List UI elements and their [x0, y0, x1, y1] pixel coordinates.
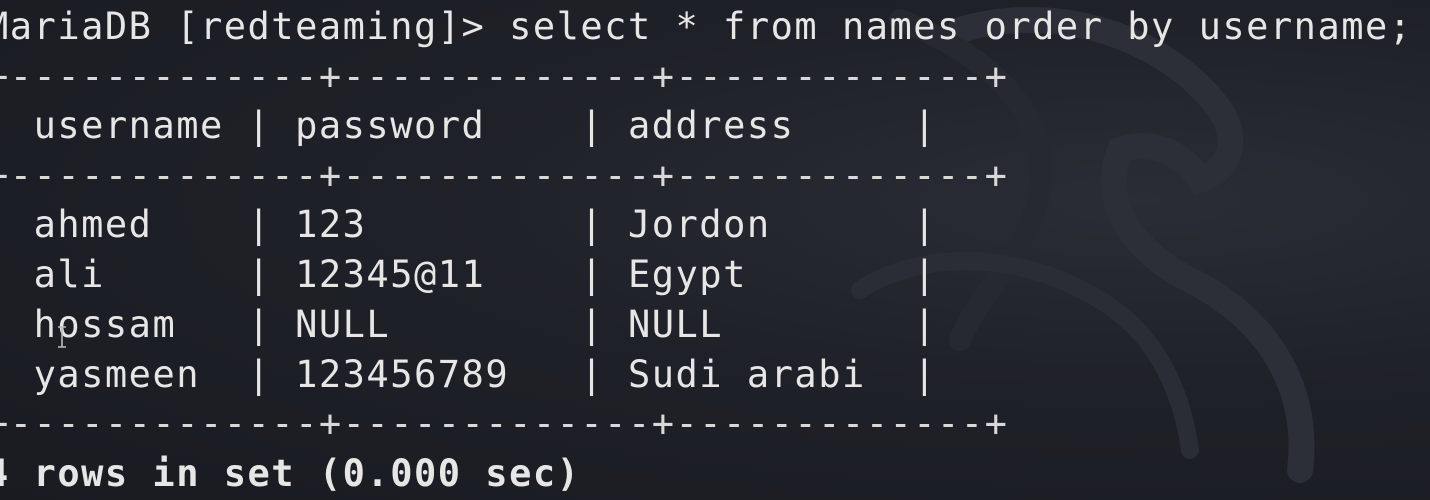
table-border-top: +-------------+-------------+-----------… [0, 55, 1009, 98]
cell-password: 123456789 [295, 353, 510, 396]
sql-command: select * from names order by username; [509, 5, 1413, 48]
cell-address: Jordon [627, 203, 771, 246]
cell-password: 12345@11 [295, 253, 486, 296]
column-header-password: password [295, 104, 486, 147]
table-border-header: +-------------+-------------+-----------… [0, 154, 1009, 197]
cell-username: ali [33, 253, 105, 296]
cell-username: ahmed [33, 203, 153, 246]
cell-username: yasmeen [33, 353, 200, 396]
table-row: | hossam | NULL | NULL | [0, 303, 938, 346]
table-border-bottom: +-------------+-------------+-----------… [0, 402, 1009, 445]
mariadb-prompt: MariaDB [redteaming]> [0, 5, 510, 48]
cell-address: Sudi arabi [627, 353, 866, 396]
cell-address: NULL [627, 303, 724, 346]
cell-username: hossam [33, 303, 177, 346]
column-header-username: username [33, 104, 224, 147]
cell-password: NULL [295, 303, 391, 346]
cell-address: Egypt [627, 253, 747, 296]
text-cursor-ibeam-icon [58, 326, 66, 348]
table-row: | yasmeen | 123456789 | Sudi arabi | [0, 353, 938, 396]
result-summary: 4 rows in set (0.000 sec) [0, 452, 581, 495]
table-row: | ali | 12345@11 | Egypt | [0, 253, 938, 296]
command-line[interactable]: MariaDB [redteaming]> select * from name… [0, 2, 1413, 52]
cell-password: 123 [295, 203, 367, 246]
table-row: | ahmed | 123 | Jordon | [0, 203, 938, 246]
column-header-address: address [627, 104, 795, 147]
table-header-row: | username | password | address | [0, 104, 938, 147]
terminal-window[interactable]: MariaDB [redteaming]> select * from name… [0, 0, 1430, 500]
